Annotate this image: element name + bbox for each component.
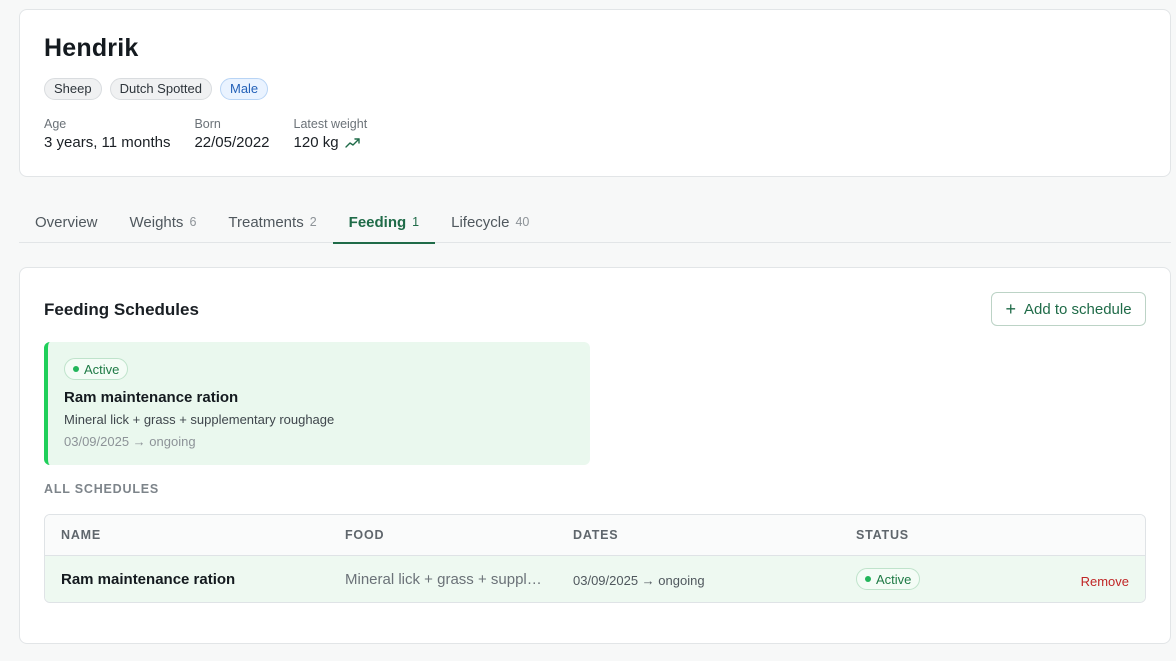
tab-feeding-count: 1 bbox=[412, 215, 420, 229]
tab-overview[interactable]: Overview bbox=[19, 201, 114, 243]
table-row[interactable]: Ram maintenance ration Mineral lick + gr… bbox=[45, 556, 1145, 602]
active-schedule-card: Active Ram maintenance ration Mineral li… bbox=[44, 342, 590, 465]
column-header-food: FOOD bbox=[345, 528, 385, 542]
stat-born: Born 22/05/2022 bbox=[194, 117, 269, 151]
stat-born-value: 22/05/2022 bbox=[194, 134, 270, 151]
add-to-schedule-button[interactable]: + Add to schedule bbox=[991, 292, 1146, 326]
remove-button[interactable]: Remove bbox=[1081, 574, 1129, 589]
trending-up-icon bbox=[344, 137, 360, 148]
status-dot-icon bbox=[865, 576, 871, 582]
feeding-schedules-card: Feeding Schedules + Add to schedule Acti… bbox=[19, 267, 1171, 644]
section-title: Feeding Schedules bbox=[44, 300, 199, 319]
add-to-schedule-label: Add to schedule bbox=[1023, 300, 1132, 318]
animal-tags: Sheep Dutch Spotted Male bbox=[44, 78, 269, 100]
status-dot-icon bbox=[73, 366, 79, 372]
stat-weight-label: Latest weight bbox=[293, 117, 368, 131]
all-schedules-heading: ALL SCHEDULES bbox=[44, 482, 160, 496]
column-header-status: STATUS bbox=[856, 528, 909, 542]
animal-profile-card: Hendrik Sheep Dutch Spotted Male Age 3 y… bbox=[19, 9, 1171, 177]
stat-born-label: Born bbox=[194, 117, 221, 131]
plus-icon: + bbox=[1005, 299, 1016, 319]
tab-feeding[interactable]: Feeding 1 bbox=[332, 201, 436, 244]
stat-weight: Latest weight 120 kg bbox=[294, 117, 368, 151]
tab-lifecycle[interactable]: Lifecycle 40 bbox=[435, 201, 545, 243]
tab-lifecycle-label: Lifecycle bbox=[451, 213, 510, 231]
row-status-label: Active bbox=[876, 571, 912, 587]
table-header: NAME FOOD DATES STATUS bbox=[45, 515, 1145, 556]
column-header-name: NAME bbox=[61, 528, 102, 542]
breed-tag: Dutch Spotted bbox=[109, 78, 212, 100]
species-tag: Sheep bbox=[44, 78, 102, 100]
stat-age-value: 3 years, 11 months bbox=[44, 134, 171, 151]
tab-weights-count: 6 bbox=[189, 215, 197, 229]
animal-name: Hendrik bbox=[44, 34, 139, 62]
active-schedule-dates: 03/09/2025 → ongoing bbox=[64, 434, 196, 449]
status-badge: Active bbox=[64, 358, 129, 380]
row-food: Mineral lick + grass + supple… bbox=[345, 571, 545, 588]
row-dates: 03/09/2025 → ongoing bbox=[573, 573, 705, 588]
schedules-table: NAME FOOD DATES STATUS Ram maintenance r… bbox=[44, 514, 1146, 603]
animal-stats: Age 3 years, 11 months Born 22/05/2022 L… bbox=[44, 117, 367, 151]
tab-treatments[interactable]: Treatments 2 bbox=[212, 201, 332, 243]
column-header-dates: DATES bbox=[573, 528, 619, 542]
tab-weights-label: Weights bbox=[129, 213, 184, 231]
tab-overview-label: Overview bbox=[35, 213, 98, 231]
row-name: Ram maintenance ration bbox=[61, 571, 236, 588]
status-badge-label: Active bbox=[84, 361, 120, 377]
tab-treatments-count: 2 bbox=[309, 215, 317, 229]
tab-bar: Overview Weights 6 Treatments 2 Feeding … bbox=[19, 201, 1171, 244]
active-schedule-name: Ram maintenance ration bbox=[64, 389, 239, 406]
sex-tag: Male bbox=[219, 78, 269, 100]
stat-age: Age 3 years, 11 months bbox=[44, 117, 170, 151]
tab-feeding-label: Feeding bbox=[348, 213, 407, 231]
active-schedule-food: Mineral lick + grass + supplementary rou… bbox=[64, 412, 335, 427]
row-status-badge: Active bbox=[856, 568, 921, 590]
tab-lifecycle-count: 40 bbox=[515, 215, 530, 229]
tab-weights[interactable]: Weights 6 bbox=[114, 201, 213, 243]
stat-weight-value: 120 kg bbox=[293, 134, 339, 151]
stat-age-label: Age bbox=[44, 117, 67, 131]
tab-treatments-label: Treatments bbox=[228, 213, 304, 231]
